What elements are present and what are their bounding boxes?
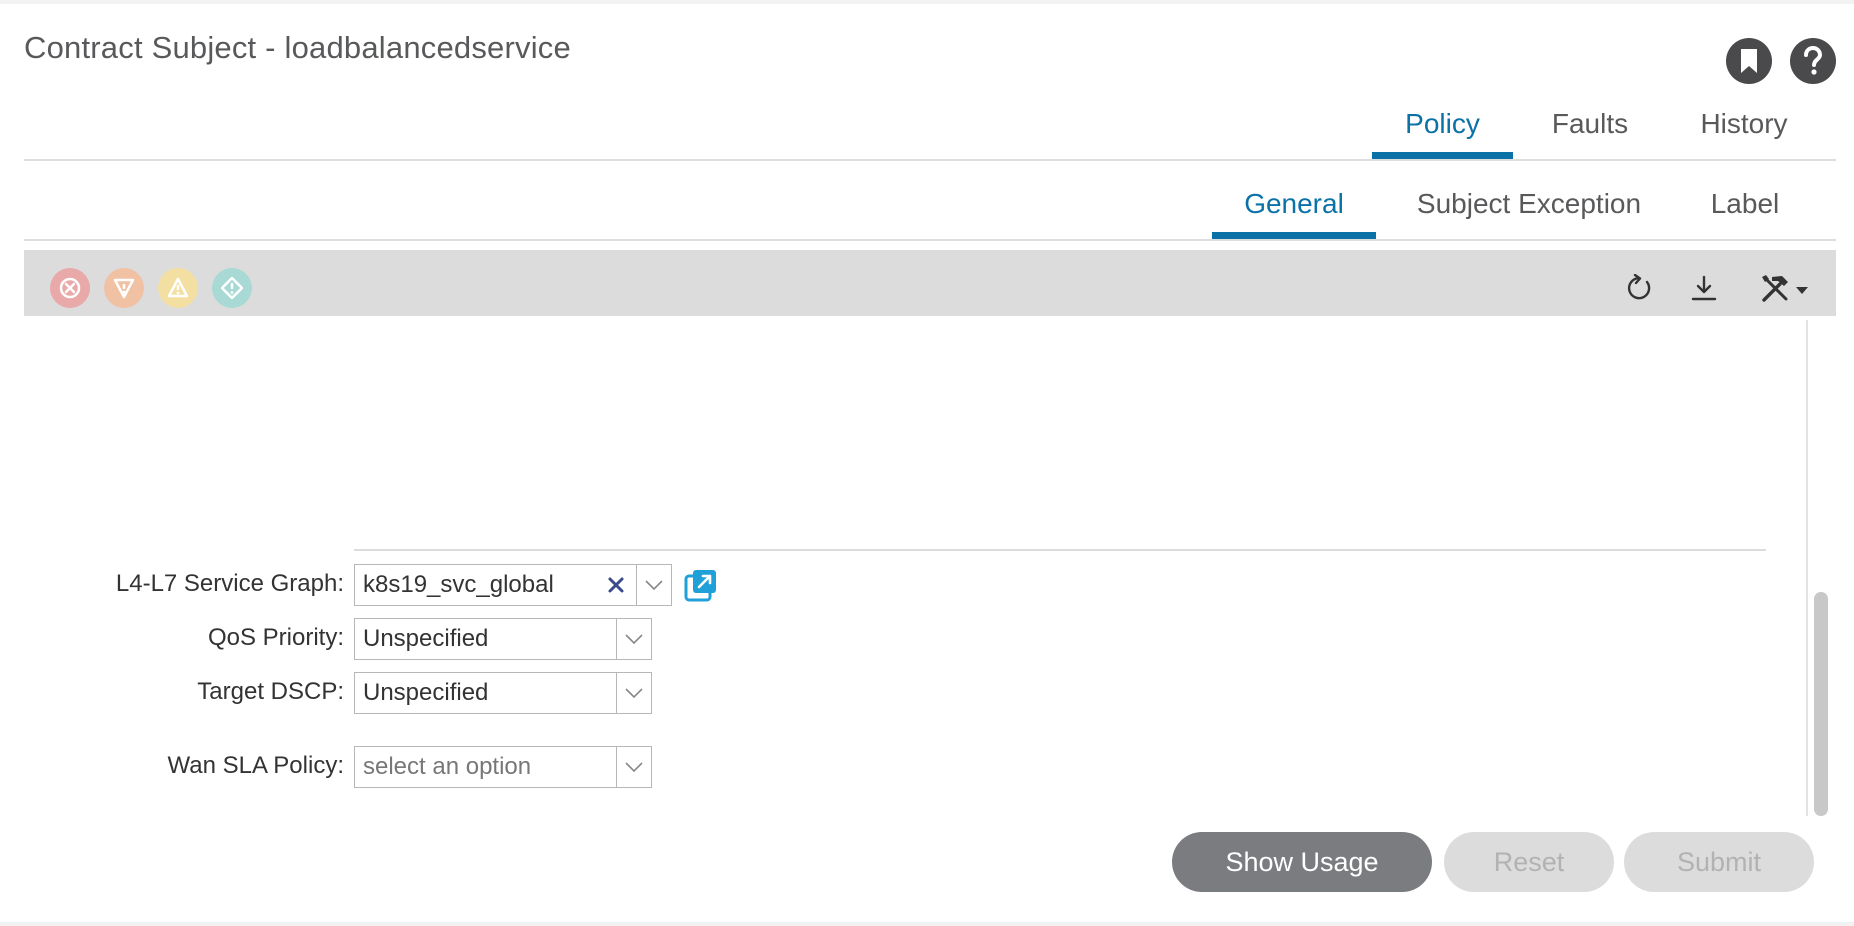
tab-faults-label: Faults <box>1551 108 1629 139</box>
scrollbar-track <box>1806 320 1808 816</box>
contract-subject-panel: Contract Subject - loadbalancedservice P… <box>0 4 1854 922</box>
service-graph-value: k8s19_svc_global <box>363 571 554 598</box>
chevron-down-icon[interactable] <box>636 565 671 605</box>
warning-fault-icon[interactable] <box>212 268 252 308</box>
sub-tabs: General Subject Exception Label <box>1212 188 1808 239</box>
wan-sla-policy-placeholder: select an option <box>363 753 532 780</box>
tools-icon[interactable] <box>1756 270 1812 306</box>
wan-sla-policy-label: Wan SLA Policy: <box>167 752 344 779</box>
target-dscp-select[interactable]: Unspecified <box>354 672 652 714</box>
scrollbar-thumb[interactable] <box>1814 592 1828 816</box>
help-icon[interactable] <box>1790 38 1836 84</box>
main-tabs: Policy Faults History <box>1372 108 1821 159</box>
content-divider <box>354 549 1766 551</box>
tab-general-label: General <box>1244 188 1344 219</box>
page-title: Contract Subject - loadbalancedservice <box>24 30 571 65</box>
major-fault-icon[interactable] <box>104 268 144 308</box>
tab-general[interactable]: General <box>1212 188 1376 239</box>
refresh-icon[interactable] <box>1622 270 1658 306</box>
tab-subject-exception-label: Subject Exception <box>1416 188 1642 219</box>
service-graph-label: L4-L7 Service Graph: <box>115 570 344 597</box>
qos-priority-value: Unspecified <box>363 625 489 652</box>
target-dscp-label: Target DSCP: <box>197 678 344 705</box>
critical-fault-icon[interactable] <box>50 268 90 308</box>
clear-icon[interactable] <box>596 576 636 594</box>
main-tabs-divider <box>24 159 1836 161</box>
show-usage-button[interactable]: Show Usage <box>1172 832 1432 892</box>
minor-fault-icon[interactable] <box>158 268 198 308</box>
bookmark-icon[interactable] <box>1726 38 1772 84</box>
reset-button[interactable]: Reset <box>1444 832 1614 892</box>
service-graph-select[interactable]: k8s19_svc_global <box>354 564 672 606</box>
toolbar <box>24 250 1836 316</box>
submit-button[interactable]: Submit <box>1624 832 1814 892</box>
download-icon[interactable] <box>1686 270 1722 306</box>
chevron-down-icon[interactable] <box>616 673 651 713</box>
sub-tabs-divider <box>24 239 1836 241</box>
tab-subject-exception[interactable]: Subject Exception <box>1376 188 1682 239</box>
tab-history-label: History <box>1700 108 1788 139</box>
tab-label[interactable]: Label <box>1682 188 1808 239</box>
tab-faults[interactable]: Faults <box>1513 108 1667 159</box>
chevron-down-icon[interactable] <box>616 619 651 659</box>
tab-label-label: Label <box>1710 188 1780 219</box>
tab-policy[interactable]: Policy <box>1372 108 1513 159</box>
tab-policy-label: Policy <box>1405 108 1480 139</box>
tab-history[interactable]: History <box>1667 108 1821 159</box>
qos-priority-select[interactable]: Unspecified <box>354 618 652 660</box>
open-link-icon[interactable] <box>683 567 719 603</box>
wan-sla-policy-select[interactable]: select an option <box>354 746 652 788</box>
target-dscp-value: Unspecified <box>363 679 489 706</box>
qos-priority-label: QoS Priority: <box>207 624 344 651</box>
chevron-down-icon[interactable] <box>616 747 651 787</box>
